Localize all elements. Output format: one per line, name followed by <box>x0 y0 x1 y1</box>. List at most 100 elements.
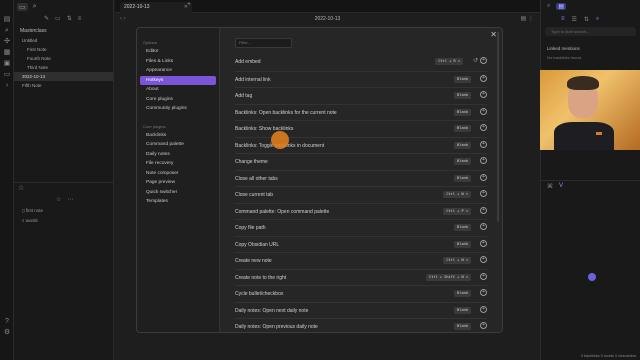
hotkey-row: Create note to the right Ctrl + Shift + N… <box>235 268 487 286</box>
hotkey-binding[interactable]: Ctrl + R ✕ <box>435 58 463 65</box>
nav-page-preview[interactable]: Page preview <box>140 178 216 188</box>
add-hotkey-icon[interactable]: + <box>480 190 487 197</box>
hotkey-binding[interactable]: Blank <box>454 92 471 99</box>
settings-icon[interactable]: ⚙ <box>0 327 14 338</box>
template-icon[interactable]: ▭ <box>0 69 14 80</box>
calendar-icon[interactable]: ▣ <box>0 58 14 69</box>
tree-item-fifth-note[interactable]: Fifth Note <box>14 81 113 90</box>
add-hotkey-icon[interactable]: + <box>480 256 487 263</box>
search-icon[interactable]: ⌕ <box>0 25 14 36</box>
sort-icon[interactable]: ⇅ <box>584 16 589 23</box>
search-filter-icon[interactable]: ⌕ <box>596 16 599 23</box>
nav-hotkeys[interactable]: Hotkeys <box>140 75 216 85</box>
collapse-results-icon[interactable]: ≡ <box>561 16 565 22</box>
nav-community-plugins[interactable]: Community plugins <box>140 104 216 114</box>
new-tab-icon[interactable]: + <box>187 1 191 8</box>
hotkey-binding[interactable]: Blank <box>454 306 471 314</box>
nav-templates[interactable]: Templates <box>140 197 216 207</box>
nav-note-composer[interactable]: Note composer <box>140 169 216 179</box>
hotkey-binding[interactable]: Blank <box>454 174 471 182</box>
add-hotkey-icon[interactable]: + <box>480 157 487 164</box>
add-hotkey-icon[interactable]: + <box>480 305 487 313</box>
hotkey-binding[interactable]: Blank <box>454 108 471 116</box>
add-hotkey-icon[interactable]: + <box>480 272 487 280</box>
back-forward-icons[interactable]: ‹ › <box>120 13 126 25</box>
tree-item-fourth-note[interactable]: Fourth Note <box>14 54 113 63</box>
add-hotkey-icon[interactable]: + <box>480 57 487 64</box>
sort-icon[interactable]: ⇅ <box>67 15 72 22</box>
add-hotkey-icon[interactable]: + <box>480 223 487 230</box>
graph-icon[interactable]: ✣ <box>0 36 14 47</box>
add-hotkey-icon[interactable]: + <box>480 124 487 131</box>
add-hotkey-icon[interactable]: + <box>480 289 487 296</box>
search-icon[interactable]: ⌕ <box>33 3 37 11</box>
files-icon[interactable]: ▤ <box>0 14 14 25</box>
tag-icon[interactable]: V <box>559 183 563 190</box>
nav-quick-switcher[interactable]: Quick switcher <box>140 188 216 198</box>
hotkey-binding[interactable]: Blank <box>454 224 471 231</box>
add-hotkey-icon[interactable]: + <box>480 91 487 98</box>
left-sidebar-header: ▭ ⌕ <box>14 0 113 13</box>
tree-item-untitled[interactable]: Untitled <box>14 36 113 45</box>
new-folder-icon[interactable]: ▭ <box>55 15 61 22</box>
nav-editor[interactable]: Editor <box>140 47 216 57</box>
add-hotkey-icon[interactable]: + <box>480 173 487 181</box>
tree-item-2022-10-13[interactable]: 2022-10-13 <box>14 72 113 81</box>
collapse-icon[interactable]: ≡ <box>78 16 82 22</box>
more-icon[interactable]: ⋯ <box>67 196 73 206</box>
nav-command-palette[interactable]: Command palette <box>140 140 216 150</box>
hotkey-binding[interactable]: Blank <box>454 141 471 149</box>
hotkey-command-label: Daily notes: Open previous daily note <box>235 324 318 330</box>
backlinks-pane-icon[interactable]: ▤ <box>556 3 567 10</box>
linked-mentions-heading[interactable]: Linked mentions <box>541 38 640 51</box>
hotkey-binding[interactable]: Ctrl + N ✕ <box>443 257 471 264</box>
close-icon[interactable]: ✕ <box>490 30 497 39</box>
star-icon[interactable]: ☆ <box>56 196 61 206</box>
tab-2022-10-13[interactable]: 2022-10-13 ✕ <box>120 2 192 13</box>
hotkey-binding[interactable]: Blank <box>454 75 471 83</box>
graph-node[interactable] <box>588 273 596 281</box>
add-hotkey-icon[interactable]: + <box>480 107 487 115</box>
add-hotkey-icon[interactable]: + <box>480 239 487 247</box>
hotkey-binding[interactable]: Blank <box>454 323 471 330</box>
nav-backlinks[interactable]: Backlinks <box>140 131 216 141</box>
view-title[interactable]: 2022-10-13 <box>315 16 341 22</box>
hotkey-binding[interactable]: Blank <box>454 290 471 297</box>
new-note-icon[interactable]: ✎ <box>44 15 49 22</box>
search-icon[interactable]: ⌕ <box>547 3 550 10</box>
nav-about[interactable]: About <box>140 85 216 95</box>
hotkey-filter-input[interactable]: Filter... <box>235 38 292 48</box>
hotkey-binding[interactable]: Ctrl + Shift + N ✕ <box>426 273 471 281</box>
add-hotkey-icon[interactable]: + <box>480 140 487 148</box>
view-actions[interactable]: ▤ ⋮ <box>521 13 534 25</box>
hotkey-binding[interactable]: Blank <box>454 240 471 248</box>
nav-daily-notes[interactable]: Daily notes <box>140 150 216 160</box>
add-hotkey-icon[interactable]: + <box>480 322 487 329</box>
hotkey-binding[interactable]: Blank <box>454 158 471 165</box>
nav-file-recovery[interactable]: File recovery <box>140 159 216 169</box>
canvas-icon[interactable]: ▦ <box>0 47 14 58</box>
nav-files-links[interactable]: Files & Links <box>140 57 216 67</box>
hotkey-binding[interactable]: Blank <box>454 125 471 132</box>
star-icon[interactable]: ☆ <box>18 185 24 192</box>
command-icon[interactable]: › <box>0 80 14 91</box>
vault-name[interactable]: Masterclass <box>14 24 113 34</box>
scrollbar[interactable] <box>497 32 499 222</box>
folder-icon[interactable]: ▭ <box>17 2 28 11</box>
help-icon[interactable]: ? <box>0 316 14 327</box>
backlinks-search-input[interactable]: Type to start search... <box>545 27 636 36</box>
tree-item-first-note[interactable]: First Note <box>14 45 113 54</box>
show-more-context-icon[interactable]: ☰ <box>572 16 577 23</box>
link-icon[interactable]: ⌘ <box>547 183 553 190</box>
recent-item[interactable]: ⌕ words <box>14 216 114 226</box>
restore-default-icon[interactable]: ↺ <box>473 57 478 64</box>
add-hotkey-icon[interactable]: + <box>480 206 487 214</box>
hotkey-binding[interactable]: Ctrl + W ✕ <box>443 191 471 198</box>
nav-core-plugins[interactable]: Core plugins <box>140 95 216 105</box>
hotkey-row: Daily notes: Open previous daily note Bla… <box>235 318 487 332</box>
nav-appearance[interactable]: Appearance <box>140 66 216 76</box>
recent-item[interactable]: ▯ first note <box>14 206 114 216</box>
tree-item-third-note[interactable]: Third Note <box>14 63 113 72</box>
hotkey-binding[interactable]: Ctrl + P ✕ <box>443 207 471 215</box>
add-hotkey-icon[interactable]: + <box>480 74 487 82</box>
